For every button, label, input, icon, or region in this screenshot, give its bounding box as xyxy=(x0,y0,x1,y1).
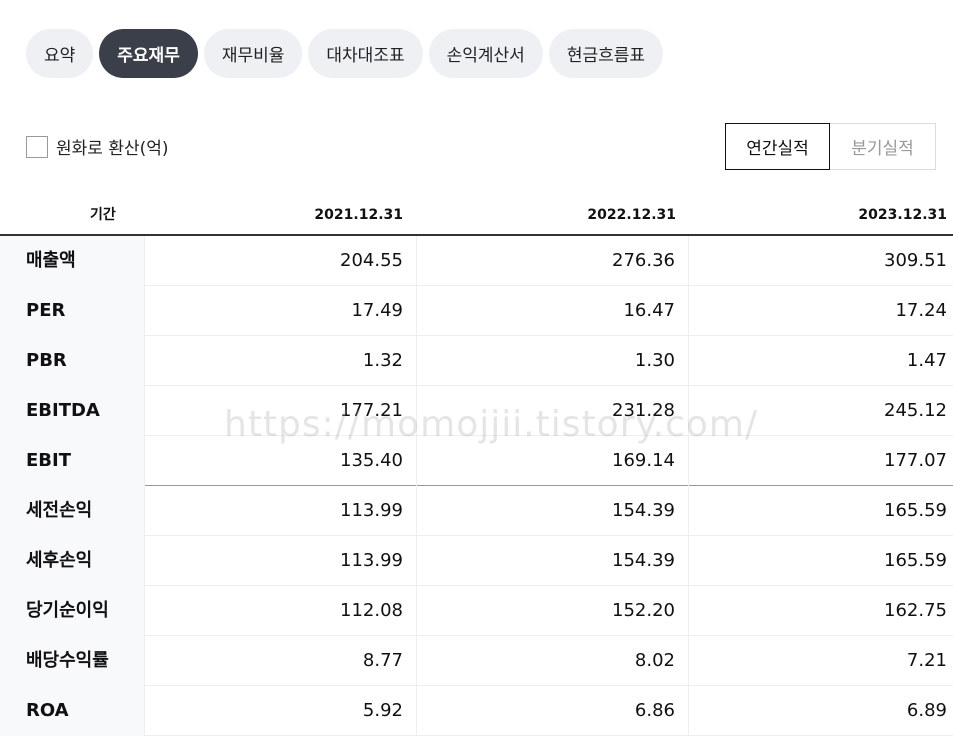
cell-value: 5.92 xyxy=(145,686,417,736)
table-row: 당기순이익 112.08 152.20 162.75 xyxy=(0,586,953,636)
cell-value: 7.21 xyxy=(906,650,947,671)
tab-key-financials[interactable]: 주요재무 xyxy=(99,29,198,78)
cell-value: 169.14 xyxy=(417,436,689,486)
header-period: 기간 xyxy=(90,207,116,223)
row-label: ROA xyxy=(0,686,145,736)
tab-balance-sheet[interactable]: 대차대조표 xyxy=(308,29,423,78)
table-row: 세후손익 113.99 154.39 165.59 xyxy=(0,536,953,586)
row-label: 세전손익 xyxy=(0,486,145,536)
tab-summary[interactable]: 요약 xyxy=(26,29,94,78)
table-header: 기간 2021.12.31 2022.12.31 2023.12.31 xyxy=(0,196,953,236)
cell-value: 231.28 xyxy=(417,386,689,436)
header-2022: 2022.12.31 xyxy=(587,207,676,223)
cell-value: 112.08 xyxy=(145,586,417,636)
tab-financial-ratios[interactable]: 재무비율 xyxy=(203,29,303,78)
financial-table-body: 매출액 204.55 276.36 309.51 PER 17.49 16.47… xyxy=(0,236,953,736)
table-row: ROA 5.92 6.86 6.89 xyxy=(0,686,953,736)
cell-value: 165.59 xyxy=(884,500,947,521)
header-2023: 2023.12.31 xyxy=(858,207,947,223)
krw-convert-label: 원화로 환산(억) xyxy=(56,139,169,159)
cell-value: 16.47 xyxy=(417,286,689,336)
cell-value: 17.49 xyxy=(145,286,417,336)
financial-tabs: 요약 주요재무 재무비율 대차대조표 손익계산서 현금흐름표 xyxy=(26,29,664,78)
cell-value: 1.47 xyxy=(906,350,947,371)
krw-convert-option[interactable]: 원화로 환산(억) xyxy=(26,134,169,159)
row-label: 세후손익 xyxy=(0,536,145,586)
cell-value: 152.20 xyxy=(417,586,689,636)
krw-convert-checkbox[interactable] xyxy=(26,135,48,158)
cell-value: 177.07 xyxy=(884,450,947,471)
row-label: EBITDA xyxy=(0,386,145,436)
period-toggle: 연간실적 분기실적 xyxy=(725,123,936,170)
cell-value: 17.24 xyxy=(895,300,947,321)
cell-value: 162.75 xyxy=(884,600,947,621)
cell-value: 276.36 xyxy=(417,236,689,286)
cell-value: 113.99 xyxy=(145,536,417,586)
cell-value: 154.39 xyxy=(417,486,689,536)
annual-button[interactable]: 연간실적 xyxy=(725,123,830,170)
cell-value: 1.30 xyxy=(417,336,689,386)
row-label: PER xyxy=(0,286,145,336)
table-row: 세전손익 113.99 154.39 165.59 xyxy=(0,486,953,536)
table-row: 매출액 204.55 276.36 309.51 xyxy=(0,236,953,286)
cell-value: 245.12 xyxy=(884,400,947,421)
table-row: EBITDA 177.21 231.28 245.12 xyxy=(0,386,953,436)
header-2021: 2021.12.31 xyxy=(314,207,403,223)
quarterly-button[interactable]: 분기실적 xyxy=(830,123,936,170)
cell-value: 135.40 xyxy=(145,436,417,486)
table-row: EBIT 135.40 169.14 177.07 xyxy=(0,436,953,486)
cell-value: 8.77 xyxy=(145,636,417,686)
cell-value: 6.89 xyxy=(906,700,947,721)
tab-cash-flow[interactable]: 현금흐름표 xyxy=(548,29,664,78)
cell-value: 113.99 xyxy=(145,486,417,536)
row-label: EBIT xyxy=(0,436,145,486)
cell-value: 177.21 xyxy=(145,386,417,436)
row-label: 매출액 xyxy=(0,236,145,286)
cell-value: 154.39 xyxy=(417,536,689,586)
cell-value: 165.59 xyxy=(884,550,947,571)
cell-value: 1.32 xyxy=(145,336,417,386)
row-label: 당기순이익 xyxy=(0,586,145,636)
cell-value: 6.86 xyxy=(417,686,689,736)
row-label: 배당수익률 xyxy=(0,636,145,686)
table-row: PER 17.49 16.47 17.24 xyxy=(0,286,953,336)
row-label: PBR xyxy=(0,336,145,386)
table-row: PBR 1.32 1.30 1.47 xyxy=(0,336,953,386)
cell-value: 8.02 xyxy=(417,636,689,686)
table-row: 배당수익률 8.77 8.02 7.21 xyxy=(0,636,953,686)
cell-value: 204.55 xyxy=(145,236,417,286)
tab-income-statement[interactable]: 손익계산서 xyxy=(428,29,543,78)
cell-value: 309.51 xyxy=(884,250,947,271)
